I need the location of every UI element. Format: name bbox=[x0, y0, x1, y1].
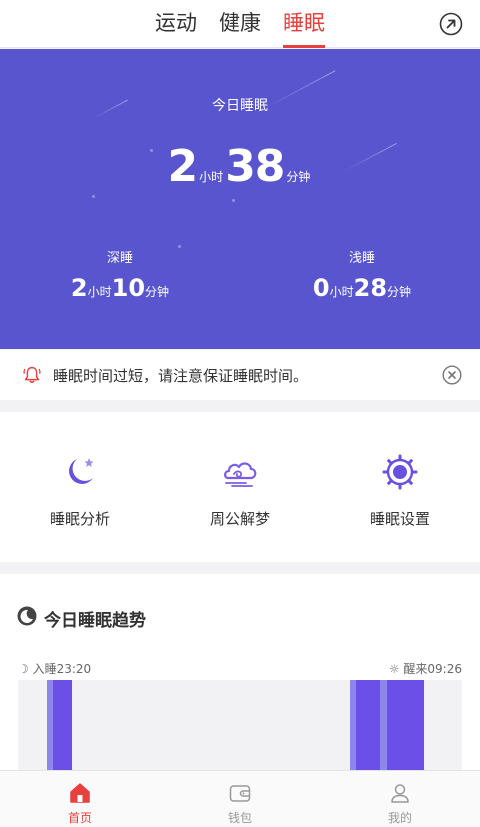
bottom-navigation: 首页 钱包 我的 bbox=[0, 770, 480, 827]
nav-profile-label: 我的 bbox=[387, 811, 412, 825]
hours-unit: 小时 bbox=[87, 285, 112, 299]
light-hours: 0 bbox=[312, 274, 330, 302]
sleep-trend-title: 今日睡眠趋势 bbox=[44, 611, 146, 631]
sleep-analysis-label: 睡眠分析 bbox=[49, 510, 110, 528]
cloud-icon bbox=[224, 462, 257, 487]
sleep-warning-notice: 睡眠时间过短，请注意保证睡眠时间。 bbox=[0, 350, 480, 400]
deep-sleep-label: 深睡 bbox=[106, 251, 133, 266]
wallet-icon bbox=[229, 785, 251, 802]
nav-profile[interactable]: 我的 bbox=[320, 771, 480, 827]
sleep-settings-button[interactable]: 睡眠设置 bbox=[320, 412, 480, 562]
tab-health[interactable]: 健康 bbox=[219, 0, 261, 48]
share-arrow-icon[interactable] bbox=[439, 12, 463, 36]
hours-unit: 小时 bbox=[199, 170, 224, 184]
hours-unit: 小时 bbox=[329, 285, 354, 299]
deep-sleep-segment bbox=[53, 680, 72, 774]
dream-interpretation-button[interactable]: 周公解梦 bbox=[160, 412, 320, 562]
user-icon bbox=[391, 784, 409, 803]
tab-sport[interactable]: 运动 bbox=[155, 0, 197, 48]
nav-home-label: 首页 bbox=[67, 811, 92, 825]
deep-sleep-segment bbox=[356, 680, 380, 774]
dream-interpretation-label: 周公解梦 bbox=[209, 510, 270, 528]
close-icon[interactable] bbox=[442, 365, 462, 385]
total-hours: 2 bbox=[167, 141, 199, 192]
light-sleep-segment bbox=[380, 680, 387, 774]
sun-icon: ☼ bbox=[388, 662, 404, 676]
sleep-start-label: 入睡23:20 bbox=[32, 662, 92, 676]
light-sleep-duration: 0小时28分钟 bbox=[282, 274, 442, 302]
light-sleep-label: 浅睡 bbox=[348, 251, 375, 266]
sleep-settings-label: 睡眠设置 bbox=[369, 510, 430, 528]
today-sleep-title: 今日睡眠 bbox=[212, 98, 268, 114]
nav-wallet-label: 钱包 bbox=[227, 811, 252, 825]
moon-icon bbox=[17, 606, 37, 626]
wake-time-label: 醒来09:26 bbox=[403, 662, 462, 676]
nav-wallet[interactable]: 钱包 bbox=[160, 771, 320, 827]
tab-bar: 运动 健康 睡眠 bbox=[0, 0, 480, 48]
bell-icon bbox=[23, 366, 41, 384]
gear-icon bbox=[382, 454, 418, 490]
sleep-features: 睡眠分析 周公解梦 睡眠设置 bbox=[0, 412, 480, 562]
sleep-start-time: ☽ 入睡23:20 bbox=[18, 660, 91, 677]
minutes-unit: 分钟 bbox=[145, 285, 170, 299]
light-minutes: 28 bbox=[353, 274, 388, 302]
minutes-unit: 分钟 bbox=[286, 170, 311, 184]
tab-sleep[interactable]: 睡眠 bbox=[283, 0, 325, 48]
home-icon bbox=[70, 783, 90, 803]
top-bar: 运动 健康 睡眠 bbox=[0, 0, 480, 48]
deep-sleep-duration: 2小时10分钟 bbox=[40, 274, 200, 302]
deep-sleep-segment bbox=[387, 680, 424, 774]
sleep-trend-chart bbox=[18, 680, 462, 774]
deep-minutes: 10 bbox=[111, 274, 146, 302]
nav-home[interactable]: 首页 bbox=[0, 771, 160, 827]
deep-hours: 2 bbox=[70, 274, 88, 302]
wake-time: ☼ 醒来09:26 bbox=[389, 660, 462, 677]
sleep-summary-panel: 今日睡眠 2 小时38 分钟 深睡 2小时10分钟 浅睡 0小时28分钟 bbox=[0, 49, 480, 349]
decor-star bbox=[92, 195, 95, 198]
total-minutes: 38 bbox=[225, 141, 285, 192]
minutes-unit: 分钟 bbox=[387, 285, 412, 299]
moon-star-icon bbox=[69, 458, 94, 484]
total-sleep-duration: 2 小时38 分钟 bbox=[0, 141, 480, 192]
sleep-trend-card: 今日睡眠趋势 ☽ 入睡23:20 ☼ 醒来09:26 bbox=[0, 574, 480, 774]
sleep-analysis-button[interactable]: 睡眠分析 bbox=[0, 412, 160, 562]
warning-message: 睡眠时间过短，请注意保证睡眠时间。 bbox=[53, 367, 309, 385]
small-moon-icon: ☽ bbox=[18, 662, 33, 676]
decor-star bbox=[232, 199, 235, 202]
